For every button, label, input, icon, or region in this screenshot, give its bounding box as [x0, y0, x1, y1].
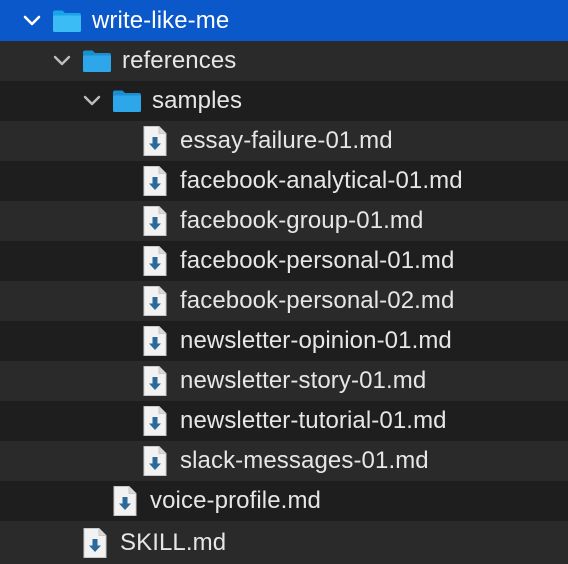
tree-item-skill[interactable]: SKILL.md [0, 521, 568, 564]
tree-item-label: facebook-group-01.md [180, 207, 424, 234]
chevron-down-icon[interactable] [22, 11, 42, 31]
folder-icon [82, 49, 112, 73]
markdown-file-icon [142, 245, 168, 277]
chevron-down-icon[interactable] [82, 91, 102, 111]
tree-item-label: facebook-personal-01.md [180, 247, 455, 274]
tree-item-file[interactable]: slack-messages-01.md [0, 441, 568, 481]
tree-item-label: voice-profile.md [150, 487, 321, 514]
tree-item-file[interactable]: newsletter-tutorial-01.md [0, 401, 568, 441]
tree-item-label: facebook-analytical-01.md [180, 167, 463, 194]
tree-item-file[interactable]: essay-failure-01.md [0, 121, 568, 161]
tree-item-file[interactable]: newsletter-opinion-01.md [0, 321, 568, 361]
file-tree: write-like-me references samples essay-f… [0, 0, 568, 564]
folder-icon [112, 89, 142, 113]
tree-item-label: write-like-me [92, 6, 230, 34]
markdown-file-icon [142, 285, 168, 317]
chevron-down-icon[interactable] [52, 51, 72, 71]
tree-item-file[interactable]: facebook-group-01.md [0, 201, 568, 241]
tree-item-voice-profile[interactable]: voice-profile.md [0, 481, 568, 521]
markdown-file-icon [142, 325, 168, 357]
tree-item-file[interactable]: facebook-analytical-01.md [0, 161, 568, 201]
tree-item-label: newsletter-opinion-01.md [180, 327, 452, 354]
tree-item-samples[interactable]: samples [0, 81, 568, 121]
tree-item-references[interactable]: references [0, 41, 568, 81]
tree-item-file[interactable]: facebook-personal-02.md [0, 281, 568, 321]
tree-item-label: slack-messages-01.md [180, 447, 429, 474]
markdown-file-icon [142, 165, 168, 197]
tree-item-label: facebook-personal-02.md [180, 287, 455, 314]
tree-item-label: newsletter-tutorial-01.md [180, 407, 447, 434]
tree-item-file[interactable]: newsletter-story-01.md [0, 361, 568, 401]
markdown-file-icon [142, 205, 168, 237]
markdown-file-icon [142, 125, 168, 157]
tree-item-label: newsletter-story-01.md [180, 367, 427, 394]
tree-item-label: SKILL.md [120, 528, 227, 556]
tree-item-label: essay-failure-01.md [180, 127, 393, 154]
tree-item-label: samples [152, 87, 243, 114]
tree-item-label: references [122, 47, 237, 74]
tree-item-write-like-me[interactable]: write-like-me [0, 0, 568, 41]
markdown-file-icon [82, 527, 108, 559]
folder-icon [52, 9, 82, 33]
markdown-file-icon [142, 405, 168, 437]
markdown-file-icon [142, 445, 168, 477]
markdown-file-icon [142, 365, 168, 397]
tree-item-file[interactable]: facebook-personal-01.md [0, 241, 568, 281]
markdown-file-icon [112, 485, 138, 517]
